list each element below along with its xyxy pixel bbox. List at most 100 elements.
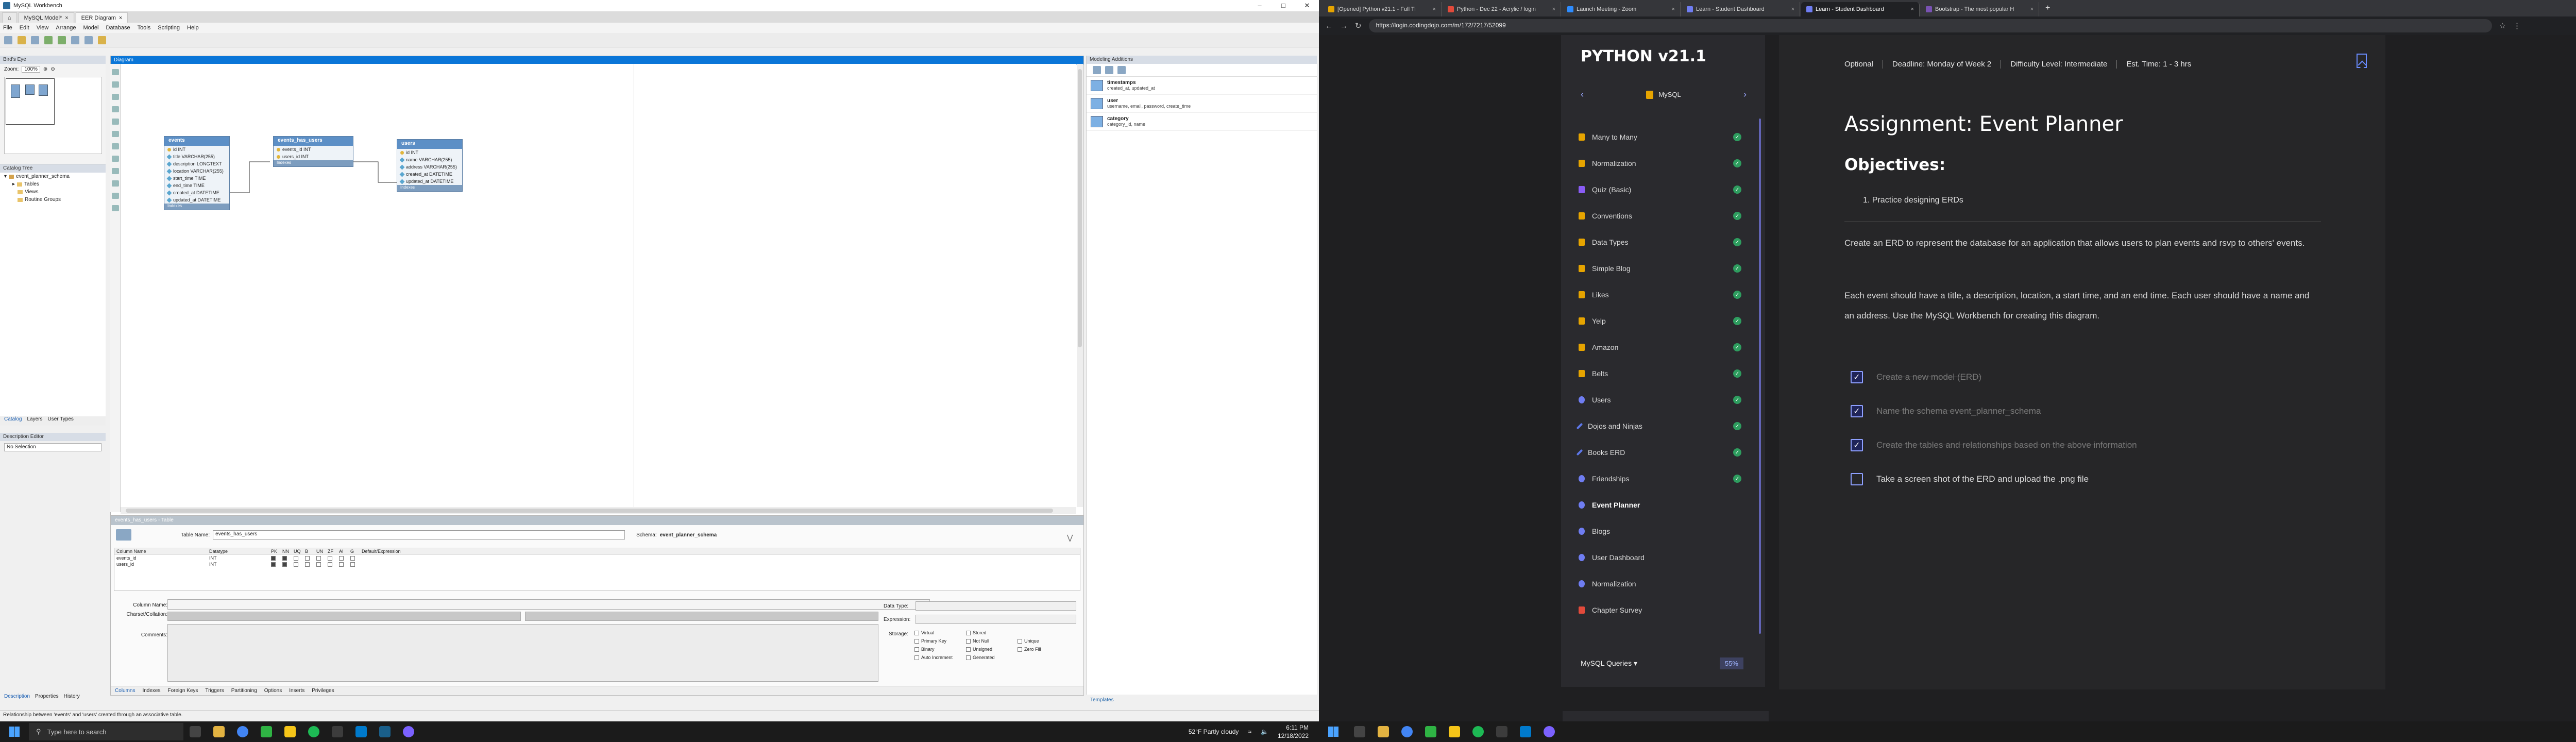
align-icon[interactable] [84,36,93,44]
lesson-item[interactable]: Simple Blog ✓ [1572,261,1748,276]
close-icon[interactable]: × [1791,6,1794,12]
relation-1-n-icon[interactable] [112,193,119,199]
lesson-item[interactable]: Dojos and Ninjas ✓ [1572,418,1748,434]
option-generated[interactable]: Generated [966,655,1018,660]
pk-checkbox[interactable] [271,562,276,567]
tree-item-tables[interactable]: ▸ Tables [0,180,106,188]
table-events[interactable]: events id INT title VARCHAR(255) descrip… [164,136,230,210]
text-tool-icon[interactable] [112,119,119,125]
checkbox-unchecked[interactable] [1851,473,1863,485]
schema-node[interactable]: ▾ event_planner_schema [0,173,106,180]
chapter-current[interactable]: MySQL [1646,90,1681,99]
menu-scripting[interactable]: Scripting [158,25,180,31]
star-icon[interactable]: ☆ [2499,21,2506,30]
lesson-item[interactable]: One to Many✓ [1572,116,1748,119]
next-chapter-dropdown[interactable]: MySQL Queries ▾ [1581,659,1637,668]
uq-checkbox[interactable] [294,562,298,567]
lesson-item[interactable]: Event Planner [1572,497,1748,513]
lesson-item[interactable]: User Dashboard [1572,550,1748,565]
checkbox[interactable] [1018,647,1022,652]
reload-icon[interactable]: ↻ [1355,21,1362,30]
relation-n-m-icon[interactable] [112,205,119,211]
vscode-icon[interactable] [355,726,367,737]
weather-widget[interactable]: 52°F Partly cloudy [1189,728,1239,735]
un-checkbox[interactable] [316,555,321,561]
column-name-cell[interactable]: users_id [116,562,209,567]
select-tool-icon[interactable] [112,69,119,75]
search-icon[interactable] [1354,726,1365,737]
g-checkbox[interactable] [350,555,355,561]
vscode-icon[interactable] [1520,726,1531,737]
menu-edit[interactable]: Edit [20,25,29,31]
app-icon[interactable] [403,726,414,737]
table-users[interactable]: users id INT name VARCHAR(255) address V… [397,139,463,192]
checkbox-checked[interactable]: ✓ [1851,371,1863,383]
column-type-cell[interactable]: INT [209,555,271,561]
file-explorer-icon[interactable] [1378,726,1389,737]
expression-input[interactable] [916,615,1076,624]
tab-indexes[interactable]: Indexes [142,688,160,694]
lesson-item[interactable]: Yelp ✓ [1572,313,1748,329]
zf-checkbox[interactable] [328,555,332,561]
close-icon[interactable]: × [1672,6,1675,12]
routine-tool-icon[interactable] [112,168,119,174]
checkbox[interactable] [914,655,919,660]
menu-file[interactable]: File [3,25,12,31]
taskbar-search[interactable]: ⚲ Type here to search [29,723,183,740]
zf-checkbox[interactable] [328,562,332,567]
browser-tab-active[interactable]: Learn - Student Dashboard × [1801,2,1920,16]
new-tab-icon[interactable]: + [2040,4,2055,13]
lesson-item[interactable]: Friendships ✓ [1572,471,1748,486]
url-input[interactable]: https://login.codingdojo.com/m/172/7217/… [1368,19,2492,32]
new-file-icon[interactable] [4,36,12,44]
ai-checkbox[interactable] [339,555,344,561]
diagram-canvas[interactable]: events id INT title VARCHAR(255) descrip… [121,64,1076,507]
tab-properties[interactable]: Properties [35,694,59,699]
template-category[interactable]: category category_id, name [1087,113,1317,131]
checkbox[interactable] [966,638,971,644]
zoom-value[interactable]: 100% [22,66,40,73]
expand-icon[interactable]: ▸ [12,181,15,187]
tab-home[interactable]: ⌂ [2,12,17,23]
task-item[interactable]: ✓ Name the schema event_planner_schema [1851,405,2041,417]
task-item[interactable]: ✓ Create the tables and relationships bas… [1851,439,2137,451]
checkbox[interactable] [914,630,919,635]
file-explorer-icon[interactable] [213,726,225,737]
tab-layers[interactable]: Layers [27,416,42,426]
tab-user-types[interactable]: User Types [47,416,73,426]
un-checkbox[interactable] [316,562,321,567]
lesson-item[interactable]: Amazon ✓ [1572,340,1748,355]
zoom-out-icon[interactable]: ⊖ [50,66,55,72]
lesson-item[interactable]: Blogs [1572,524,1748,539]
tab-columns[interactable]: Columns [115,688,135,694]
tab-partitioning[interactable]: Partitioning [231,688,257,694]
lesson-item[interactable]: Normalization ✓ [1572,156,1748,171]
lesson-item[interactable]: Likes ✓ [1572,287,1748,302]
scroll-thumb[interactable] [1078,69,1082,347]
b-checkbox[interactable] [305,562,310,567]
lesson-item[interactable]: Users ✓ [1572,392,1748,408]
browser-tab[interactable]: Launch Meeting - Zoom × [1562,2,1681,16]
expand-icon[interactable]: ▾ [4,174,7,179]
close-icon[interactable]: × [119,15,122,21]
collapse-icon[interactable]: ⋁ [1067,533,1073,542]
indexes-footer[interactable]: Indexes [397,185,462,191]
collation-select[interactable] [525,612,878,621]
close-icon[interactable]: × [65,15,68,21]
chevron-right-icon[interactable]: › [1743,89,1747,100]
b-checkbox[interactable] [305,555,310,561]
menu-help[interactable]: Help [187,25,199,31]
lesson-item[interactable]: Chapter Survey [1572,602,1748,618]
close-icon[interactable]: × [1433,6,1436,12]
minimize-icon[interactable]: – [1248,2,1272,10]
menu-model[interactable]: Model [83,25,99,31]
bookmark-icon[interactable] [2357,54,2367,68]
template-user[interactable]: user username, email, password, create_ti… [1087,95,1317,113]
chevron-left-icon[interactable]: ‹ [1581,89,1584,100]
maximize-icon[interactable]: □ [1272,2,1295,10]
lesson-item[interactable]: Data Types ✓ [1572,234,1748,250]
comments-textarea[interactable] [167,624,878,682]
charset-select[interactable] [167,612,521,621]
checkbox[interactable] [1018,638,1022,644]
indexes-footer[interactable]: Indexes [164,204,229,210]
